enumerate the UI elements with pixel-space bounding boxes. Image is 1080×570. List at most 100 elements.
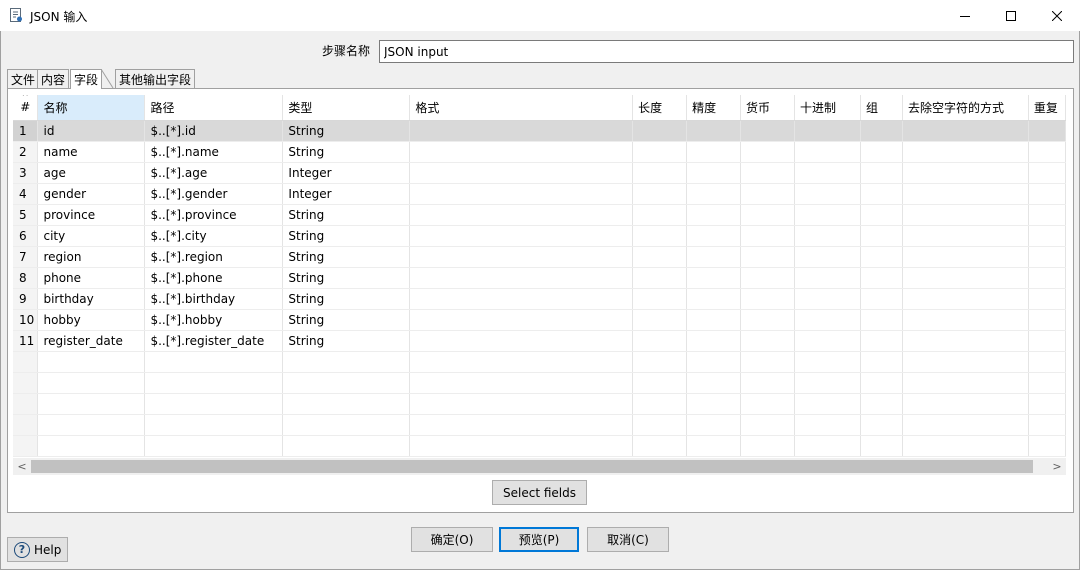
cell-trim-type[interactable] [902, 330, 1029, 352]
cell-name[interactable] [37, 393, 146, 415]
cell-decimal[interactable] [794, 372, 861, 394]
cell-path[interactable] [144, 435, 284, 457]
cell-group[interactable] [860, 372, 903, 394]
table-row[interactable]: 3 age $..[*].age Integer [13, 162, 1066, 184]
help-button[interactable]: ? Help [7, 537, 68, 562]
cell-decimal[interactable] [794, 267, 861, 289]
cell-length[interactable] [632, 414, 688, 436]
cell-trim-type[interactable] [902, 162, 1029, 184]
cell-currency[interactable] [740, 351, 796, 373]
cell-group[interactable] [860, 309, 903, 331]
cell-length[interactable] [632, 309, 688, 331]
cell-type[interactable]: String [282, 309, 411, 331]
cell-trim-type[interactable] [902, 372, 1029, 394]
cell-type[interactable]: String [282, 141, 411, 163]
cell-format[interactable] [409, 120, 634, 142]
cell-length[interactable] [632, 393, 688, 415]
cell-path[interactable] [144, 393, 284, 415]
column-header-repeat[interactable]: 重复 [1028, 95, 1066, 121]
cell-type[interactable]: String [282, 204, 411, 226]
horizontal-scrollbar[interactable]: < > [13, 458, 1066, 475]
cell-currency[interactable] [740, 330, 796, 352]
row-number[interactable]: 2 [13, 141, 39, 163]
cell-name[interactable]: name [37, 141, 146, 163]
cell-repeat[interactable] [1028, 225, 1066, 247]
cell-path[interactable]: $..[*].city [144, 225, 284, 247]
cell-precision[interactable] [686, 330, 742, 352]
cell-name[interactable]: birthday [37, 288, 146, 310]
cell-format[interactable] [409, 267, 634, 289]
table-row[interactable] [13, 435, 1066, 457]
cell-length[interactable] [632, 330, 688, 352]
cell-format[interactable] [409, 435, 634, 457]
table-row[interactable]: 2 name $..[*].name String [13, 141, 1066, 163]
cell-group[interactable] [860, 393, 903, 415]
cell-trim-type[interactable] [902, 393, 1029, 415]
cell-length[interactable] [632, 288, 688, 310]
cell-name[interactable]: city [37, 225, 146, 247]
cell-currency[interactable] [740, 120, 796, 142]
cancel-button[interactable]: 取消(C) [587, 527, 669, 552]
cell-currency[interactable] [740, 204, 796, 226]
cell-path[interactable]: $..[*].hobby [144, 309, 284, 331]
tab-content[interactable]: 内容 [37, 69, 70, 88]
cell-type[interactable]: Integer [282, 183, 411, 205]
cell-repeat[interactable] [1028, 246, 1066, 268]
cell-decimal[interactable] [794, 204, 861, 226]
cell-precision[interactable] [686, 414, 742, 436]
cell-length[interactable] [632, 246, 688, 268]
column-header-trim-type[interactable]: 去除空字符的方式 [902, 95, 1029, 121]
cell-type[interactable] [282, 414, 411, 436]
cell-length[interactable] [632, 162, 688, 184]
table-row[interactable]: 9 birthday $..[*].birthday String [13, 288, 1066, 310]
cell-type[interactable]: String [282, 267, 411, 289]
row-number[interactable]: 4 [13, 183, 39, 205]
cell-format[interactable] [409, 141, 634, 163]
cell-decimal[interactable] [794, 225, 861, 247]
cell-type[interactable]: String [282, 246, 411, 268]
cell-length[interactable] [632, 372, 688, 394]
cell-group[interactable] [860, 225, 903, 247]
cell-name[interactable]: region [37, 246, 146, 268]
cell-format[interactable] [409, 288, 634, 310]
cell-path[interactable] [144, 351, 284, 373]
scroll-left-icon[interactable]: < [13, 458, 31, 475]
cell-type[interactable]: String [282, 120, 411, 142]
cell-group[interactable] [860, 141, 903, 163]
cell-name[interactable]: gender [37, 183, 146, 205]
cell-name[interactable] [37, 351, 146, 373]
row-number[interactable]: 5 [13, 204, 39, 226]
cell-path[interactable]: $..[*].name [144, 141, 284, 163]
cell-repeat[interactable] [1028, 120, 1066, 142]
cell-format[interactable] [409, 225, 634, 247]
cell-path[interactable] [144, 372, 284, 394]
cell-currency[interactable] [740, 435, 796, 457]
cell-currency[interactable] [740, 246, 796, 268]
row-number[interactable] [13, 351, 39, 373]
cell-precision[interactable] [686, 162, 742, 184]
cell-trim-type[interactable] [902, 309, 1029, 331]
cell-format[interactable] [409, 204, 634, 226]
cell-trim-type[interactable] [902, 183, 1029, 205]
row-number[interactable]: 9 [13, 288, 39, 310]
cell-path[interactable]: $..[*].gender [144, 183, 284, 205]
table-row[interactable]: 5 province $..[*].province String [13, 204, 1066, 226]
cell-repeat[interactable] [1028, 309, 1066, 331]
cell-type[interactable] [282, 435, 411, 457]
cell-repeat[interactable] [1028, 267, 1066, 289]
cell-trim-type[interactable] [902, 204, 1029, 226]
cell-format[interactable] [409, 162, 634, 184]
cell-trim-type[interactable] [902, 435, 1029, 457]
row-number[interactable]: 7 [13, 246, 39, 268]
table-row[interactable] [13, 393, 1066, 415]
row-number[interactable]: 8 [13, 267, 39, 289]
cell-name[interactable]: id [37, 120, 146, 142]
row-number[interactable] [13, 435, 39, 457]
cell-trim-type[interactable] [902, 267, 1029, 289]
row-number[interactable]: 3 [13, 162, 39, 184]
scroll-right-icon[interactable]: > [1048, 458, 1066, 475]
cell-group[interactable] [860, 288, 903, 310]
cell-precision[interactable] [686, 246, 742, 268]
column-header-path[interactable]: 路径 [144, 95, 284, 121]
cell-decimal[interactable] [794, 288, 861, 310]
